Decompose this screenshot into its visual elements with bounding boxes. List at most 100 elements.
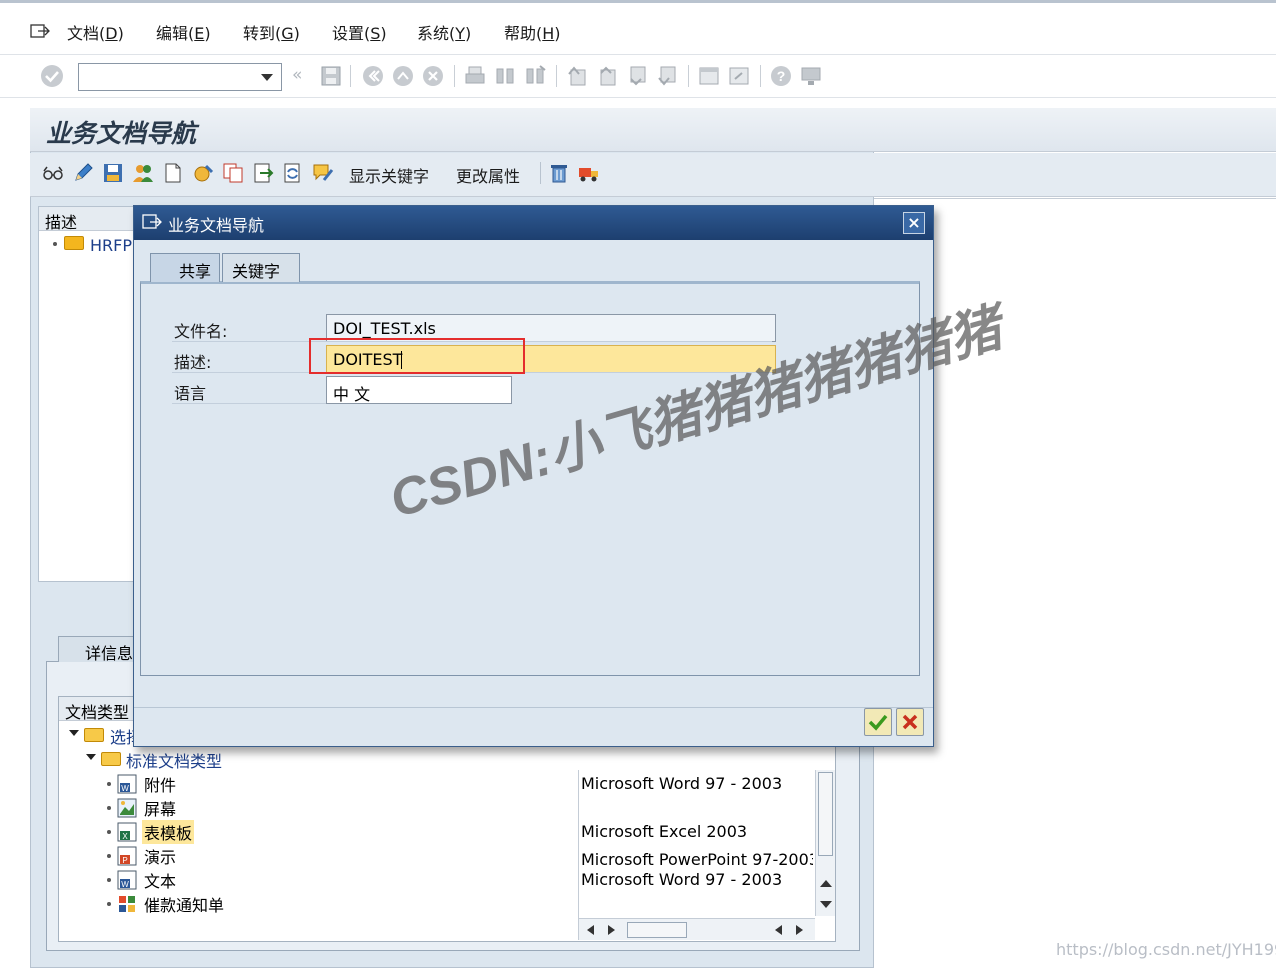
- menu-goto[interactable]: 转到(G): [243, 20, 300, 44]
- scroll-left-icon[interactable]: [773, 924, 783, 936]
- tree-row-standard-types[interactable]: 标准文档类型: [60, 748, 560, 772]
- menu-settings-key: S: [370, 24, 381, 43]
- menu-help[interactable]: 帮助(H): [504, 20, 561, 44]
- scroll-left-icon[interactable]: [585, 924, 595, 936]
- exit-menu-icon[interactable]: [30, 23, 50, 39]
- navigation-tree: [38, 206, 138, 582]
- save-icon[interactable]: [320, 65, 342, 87]
- tree-bullet-icon: [107, 782, 111, 786]
- tree-type-cell: Microsoft PowerPoint 97-2003 演: [581, 850, 813, 869]
- application-toolbar: [30, 153, 1276, 197]
- system-toolbar: « ?: [0, 54, 1276, 98]
- scroll-up-icon[interactable]: [819, 878, 833, 888]
- back-icon[interactable]: [362, 65, 384, 87]
- tree-bullet-icon: [107, 806, 111, 810]
- people-icon[interactable]: [132, 162, 154, 184]
- toolbar-separator: [760, 65, 761, 87]
- dialog-close-button[interactable]: ×: [903, 212, 925, 234]
- nav-tree-root[interactable]: HRFP: [90, 236, 132, 255]
- filename-label: 文件名:: [174, 322, 228, 341]
- menu-system-label: 系统(: [417, 24, 456, 43]
- dialog-title: 业务文档导航: [168, 216, 265, 235]
- tree-row-screen[interactable]: 屏幕: [60, 796, 560, 820]
- language-label: 语言: [174, 384, 207, 403]
- horizontal-scrollbar[interactable]: [579, 918, 815, 940]
- menu-help-key: H: [542, 24, 555, 43]
- tab-keyword[interactable]: 关键字: [222, 253, 300, 282]
- duplicate-icon[interactable]: [222, 162, 244, 184]
- show-keywords-button[interactable]: 显示关键字: [349, 163, 429, 187]
- svg-text:P: P: [122, 856, 127, 865]
- menu-document-key: D: [105, 24, 118, 43]
- expand-triangle-icon[interactable]: [69, 730, 79, 736]
- customize-layout-icon[interactable]: [800, 65, 822, 87]
- comment-edit-icon[interactable]: [312, 162, 334, 184]
- menu-system-key: Y: [455, 24, 466, 43]
- import-icon[interactable]: [252, 162, 274, 184]
- menu-document-suffix: ): [117, 24, 124, 43]
- back-arrows-icon[interactable]: «: [292, 65, 302, 85]
- print-icon[interactable]: [464, 65, 486, 87]
- exit-icon[interactable]: [392, 65, 414, 87]
- refresh-icon[interactable]: [282, 162, 304, 184]
- menu-edit[interactable]: 编辑(E): [156, 20, 211, 44]
- delete-trash-icon[interactable]: [548, 162, 570, 184]
- tab-share[interactable]: 共享: [150, 253, 220, 282]
- language-field[interactable]: 中 文: [326, 376, 512, 404]
- scrollbar-thumb[interactable]: [818, 772, 833, 856]
- description-label: 描述:: [174, 353, 212, 372]
- scroll-right-icon[interactable]: [607, 924, 617, 936]
- transport-truck-icon[interactable]: [578, 162, 600, 184]
- next-page-icon[interactable]: [626, 65, 648, 87]
- page-title: 业务文档导航: [46, 119, 197, 148]
- tree-bullet-icon: [107, 830, 111, 834]
- expand-triangle-icon[interactable]: [86, 754, 96, 760]
- tree-label: 屏幕: [144, 800, 177, 819]
- pencil-edit-icon[interactable]: [72, 162, 94, 184]
- tree-row-dunning-notice[interactable]: 催款通知单: [60, 892, 560, 916]
- title-bar: [30, 108, 1276, 152]
- confirm-button[interactable]: [864, 708, 892, 736]
- green-check-icon: [868, 714, 888, 731]
- menu-system[interactable]: 系统(Y): [417, 20, 471, 44]
- glasses-display-icon[interactable]: [42, 162, 64, 184]
- scroll-right-icon[interactable]: [795, 924, 805, 936]
- dialog-window-icon: [142, 214, 162, 229]
- menu-settings-suffix: ): [380, 24, 387, 43]
- save-doc-icon[interactable]: [102, 162, 124, 184]
- menu-edit-label: 编辑(: [156, 24, 195, 43]
- tree-bullet-icon: [107, 902, 111, 906]
- shortcut-icon[interactable]: [728, 65, 750, 87]
- menu-settings-label: 设置(: [332, 24, 371, 43]
- copy-document-icon[interactable]: [192, 162, 214, 184]
- last-page-icon[interactable]: [656, 65, 678, 87]
- dialog-footer-divider: [134, 707, 933, 708]
- first-page-icon[interactable]: [566, 65, 588, 87]
- nav-tree-header[interactable]: 描述: [39, 207, 137, 232]
- enter-check-icon[interactable]: [40, 64, 64, 88]
- find-icon[interactable]: [494, 65, 516, 87]
- help-icon[interactable]: ?: [770, 65, 792, 87]
- cancel-icon[interactable]: [422, 65, 444, 87]
- tree-type-cell: Microsoft Excel 2003: [581, 822, 748, 841]
- folder-icon: [64, 236, 84, 250]
- menu-document[interactable]: 文档(D): [67, 20, 124, 44]
- word-document-icon: W: [117, 870, 137, 890]
- scroll-down-icon[interactable]: [819, 900, 833, 910]
- previous-page-icon[interactable]: [596, 65, 618, 87]
- menu-document-label: 文档(: [67, 24, 106, 43]
- new-session-icon[interactable]: [698, 65, 720, 87]
- new-document-icon[interactable]: [162, 162, 184, 184]
- command-field[interactable]: [78, 63, 282, 91]
- image-icon: [117, 798, 137, 818]
- annotation-highlight-box: [309, 338, 525, 374]
- tree-bullet-icon: [107, 854, 111, 858]
- cancel-button[interactable]: [896, 708, 924, 736]
- svg-text:?: ?: [777, 68, 786, 84]
- chevron-down-icon[interactable]: [261, 74, 273, 81]
- scrollbar-thumb[interactable]: [627, 922, 687, 938]
- vertical-scrollbar[interactable]: [815, 770, 835, 916]
- menu-settings[interactable]: 设置(S): [332, 20, 387, 44]
- find-next-icon[interactable]: [524, 65, 546, 87]
- change-attributes-button[interactable]: 更改属性: [456, 163, 520, 187]
